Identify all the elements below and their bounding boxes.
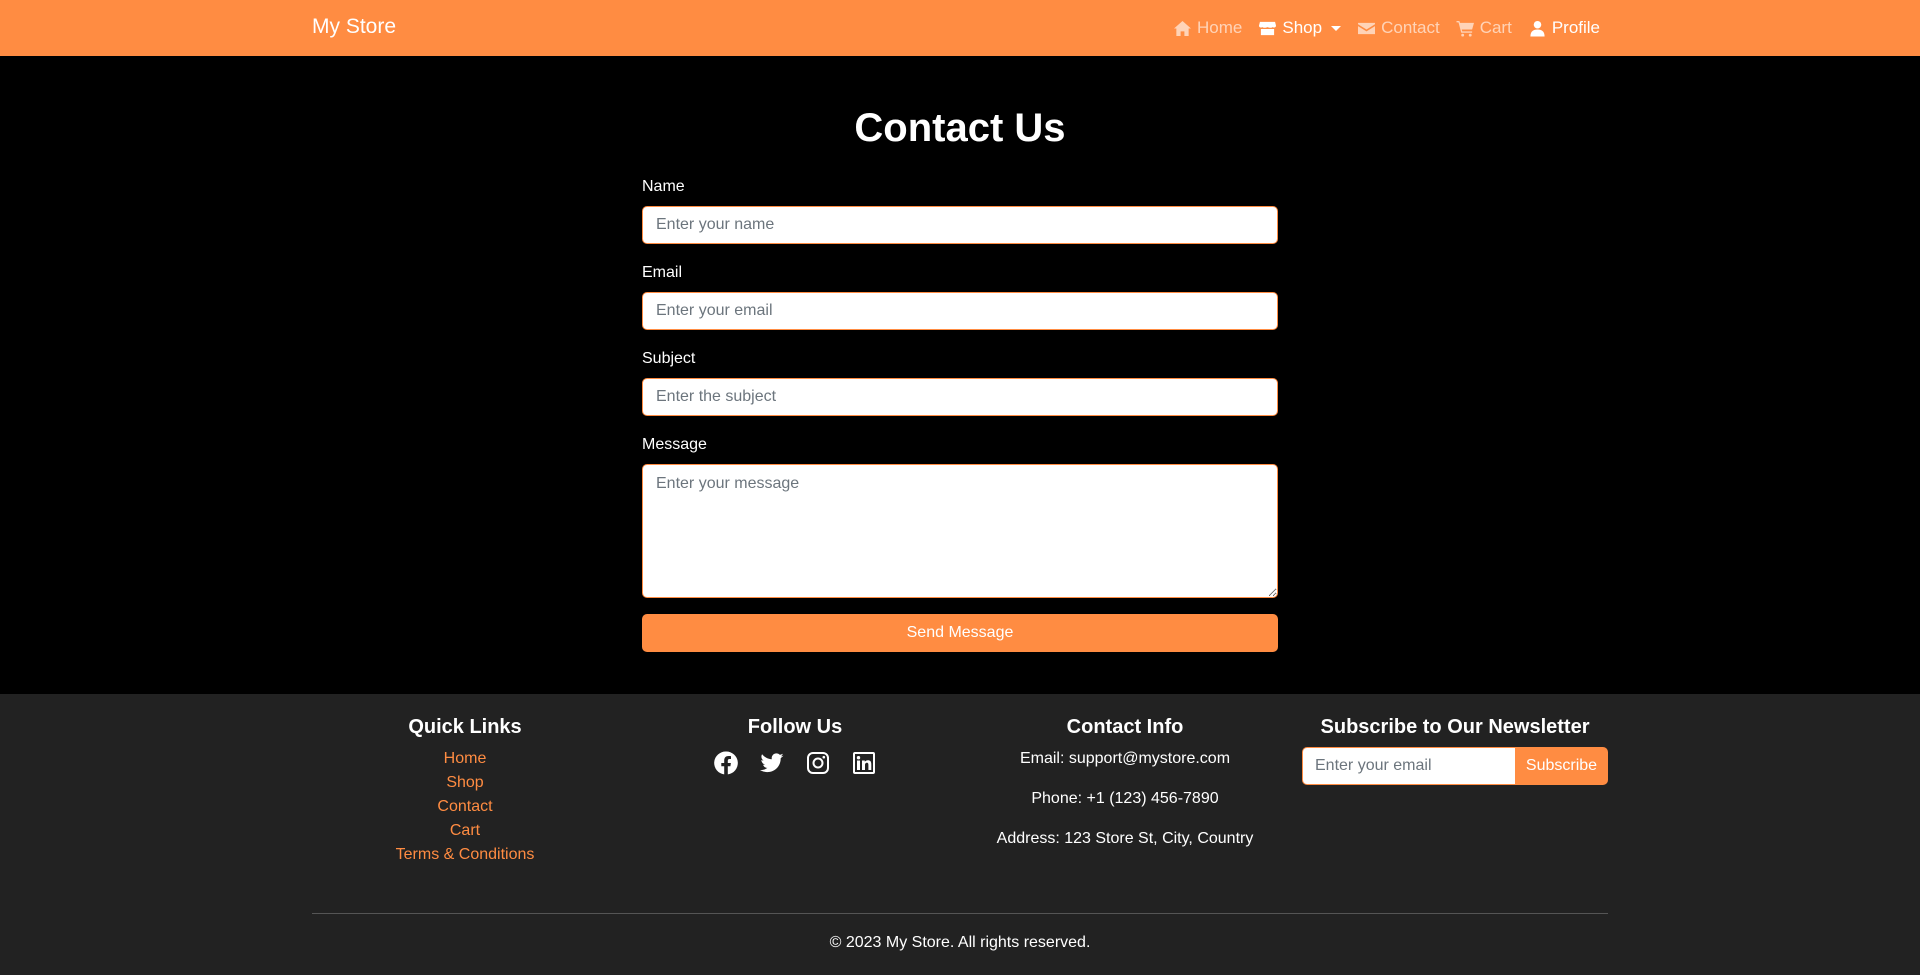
page-title: Contact Us bbox=[854, 106, 1066, 150]
subject-label: Subject bbox=[642, 350, 696, 367]
instagram-link[interactable] bbox=[806, 751, 830, 780]
footer-link-terms[interactable]: Terms & Conditions bbox=[315, 843, 615, 867]
contact-info-title: Contact Info bbox=[1066, 716, 1184, 738]
email-input[interactable] bbox=[642, 292, 1278, 330]
contact-address: Address: 123 Store St, City, Country bbox=[996, 830, 1254, 847]
nav-shop-label: Shop bbox=[1282, 18, 1323, 37]
contact-email: Email: support@mystore.com bbox=[1019, 750, 1231, 767]
cart-icon bbox=[1456, 20, 1474, 37]
footer-link-contact[interactable]: Contact bbox=[315, 795, 615, 819]
store-icon bbox=[1259, 21, 1277, 35]
subscribe-button[interactable]: Subscribe bbox=[1515, 747, 1608, 785]
newsletter-section: Subscribe to Our Newsletter Subscribe bbox=[1302, 716, 1608, 785]
linkedin-icon bbox=[853, 752, 875, 774]
twitter-link[interactable] bbox=[760, 751, 784, 780]
twitter-icon bbox=[760, 753, 784, 773]
footer-link-cart[interactable]: Cart bbox=[315, 819, 615, 843]
home-icon bbox=[1174, 20, 1192, 36]
nav-profile[interactable]: Profile bbox=[1528, 18, 1600, 38]
envelope-icon bbox=[1358, 22, 1376, 34]
linkedin-link[interactable] bbox=[852, 751, 876, 780]
footer-link-shop[interactable]: Shop bbox=[315, 771, 615, 795]
social-links bbox=[645, 747, 945, 780]
quick-links-title: Quick Links bbox=[408, 716, 522, 738]
email-label: Email bbox=[642, 264, 683, 281]
newsletter-email-input[interactable] bbox=[1302, 747, 1515, 785]
quick-links-section: Quick Links Home Shop Contact Cart Terms… bbox=[315, 716, 615, 867]
nav-contact-label: Contact bbox=[1381, 18, 1440, 37]
chevron-down-icon bbox=[1331, 25, 1342, 31]
message-textarea[interactable] bbox=[642, 464, 1278, 598]
newsletter-form: Subscribe bbox=[1302, 747, 1608, 785]
name-input[interactable] bbox=[642, 206, 1278, 244]
footer: Quick Links Home Shop Contact Cart Terms… bbox=[0, 694, 1920, 975]
footer-divider bbox=[312, 913, 1608, 914]
navbar: My Store Home Shop Contact Cart Profile bbox=[0, 0, 1920, 56]
main-content: Contact Us Name Email Subject Message Se… bbox=[0, 56, 1920, 694]
nav-cart-label: Cart bbox=[1479, 18, 1512, 37]
facebook-link[interactable] bbox=[714, 751, 738, 780]
contact-phone: Phone: +1 (123) 456-7890 bbox=[1031, 790, 1219, 807]
nav-home[interactable]: Home bbox=[1173, 18, 1242, 38]
nav-profile-label: Profile bbox=[1551, 18, 1600, 37]
follow-us-section: Follow Us bbox=[645, 716, 945, 780]
newsletter-title: Subscribe to Our Newsletter bbox=[1320, 716, 1590, 738]
nav-contact[interactable]: Contact bbox=[1357, 18, 1440, 38]
nav-home-label: Home bbox=[1197, 18, 1243, 37]
nav-menu: Home Shop Contact Cart Profile bbox=[1173, 0, 1600, 56]
nav-cart[interactable]: Cart bbox=[1456, 18, 1512, 38]
copyright-text: © 2023 My Store. All rights reserved. bbox=[829, 934, 1091, 951]
facebook-icon bbox=[714, 751, 738, 775]
follow-us-title: Follow Us bbox=[747, 716, 843, 738]
name-label: Name bbox=[642, 178, 685, 195]
contact-form: Name Email Subject Message Send Message bbox=[642, 178, 1278, 652]
send-message-button[interactable]: Send Message bbox=[642, 614, 1278, 652]
message-label: Message bbox=[642, 436, 707, 453]
instagram-icon bbox=[807, 752, 829, 774]
footer-link-home[interactable]: Home bbox=[315, 747, 615, 771]
brand-link[interactable]: My Store bbox=[312, 15, 396, 39]
contact-info-section: Contact Info Email: support@mystore.com … bbox=[975, 716, 1275, 867]
user-icon bbox=[1530, 20, 1545, 37]
nav-shop-dropdown[interactable]: Shop bbox=[1258, 18, 1342, 38]
subject-input[interactable] bbox=[642, 378, 1278, 416]
